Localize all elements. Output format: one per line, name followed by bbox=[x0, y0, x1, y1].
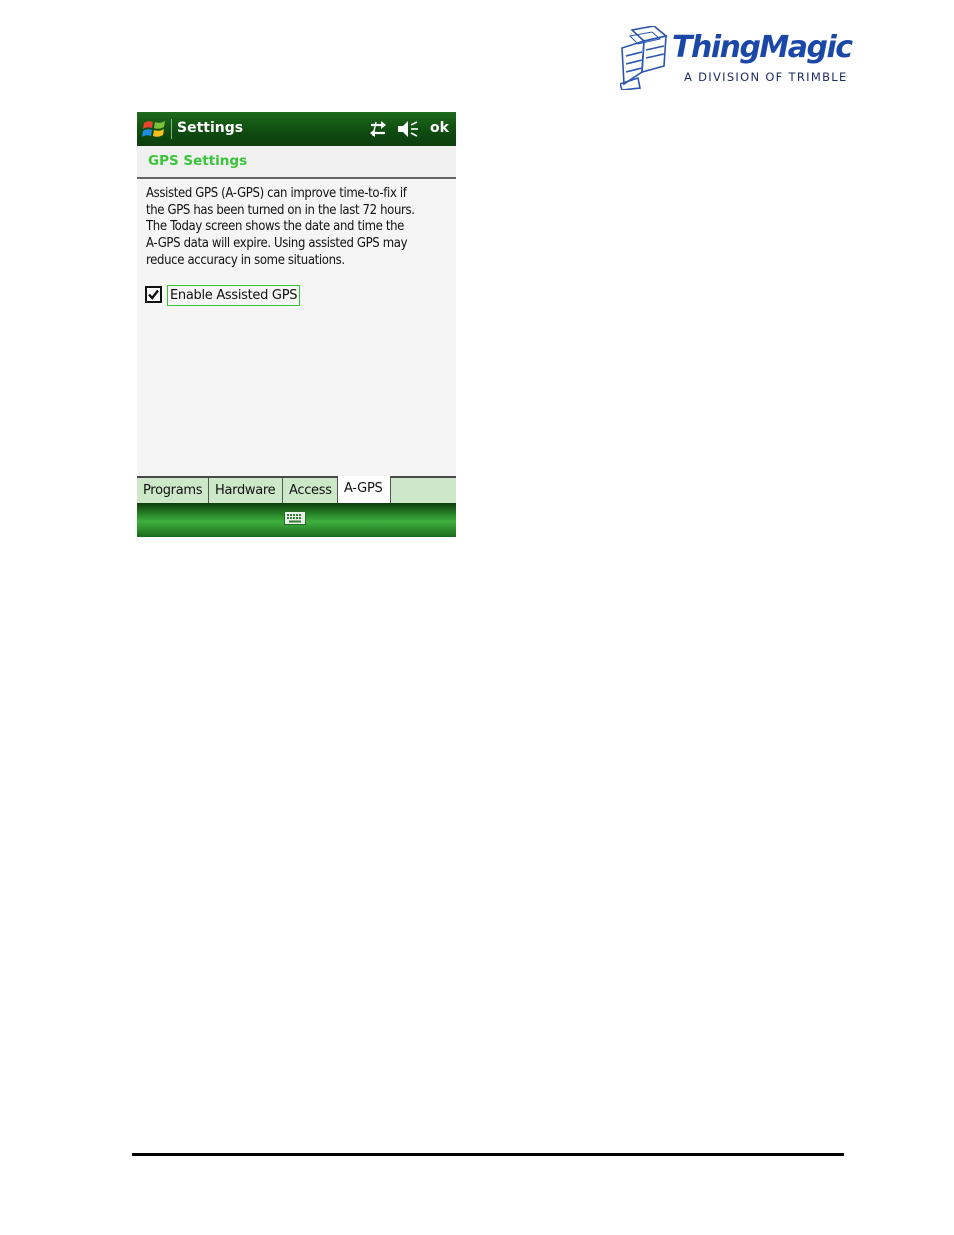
app-title: Settings bbox=[177, 120, 244, 136]
enable-agps-label[interactable]: Enable Assisted GPS bbox=[167, 285, 301, 306]
tab-bar: Programs Hardware Access A-GPS bbox=[137, 476, 456, 505]
page-header: GPS Settings bbox=[137, 146, 456, 179]
logo-tagline: A DIVISION OF TRIMBLE bbox=[684, 70, 848, 84]
page-title: GPS Settings bbox=[148, 153, 248, 169]
connectivity-icon[interactable] bbox=[368, 119, 388, 139]
tab-access[interactable]: Access bbox=[283, 478, 338, 505]
keyboard-icon[interactable] bbox=[284, 511, 306, 525]
enable-agps-checkbox[interactable] bbox=[145, 286, 162, 303]
checkmark-icon bbox=[148, 289, 159, 300]
thingmagic-logo: ThingMagic A DIVISION OF TRIMBLE bbox=[620, 26, 853, 92]
footer-rule bbox=[132, 1153, 844, 1156]
title-separator bbox=[171, 119, 172, 139]
cube-logo-icon bbox=[620, 26, 668, 90]
speaker-muted-icon[interactable] bbox=[396, 119, 420, 139]
description-text: Assisted GPS (A-GPS) can improve time-to… bbox=[146, 186, 415, 268]
windows-flag-icon[interactable] bbox=[141, 117, 167, 141]
tab-hardware[interactable]: Hardware bbox=[209, 478, 283, 505]
ok-button[interactable]: ok bbox=[430, 120, 449, 136]
soft-key-bar bbox=[137, 503, 456, 537]
tab-programs[interactable]: Programs bbox=[137, 478, 209, 505]
tab-a-gps[interactable]: A-GPS bbox=[338, 476, 391, 505]
device-screen: Settings ok GPS Settings Assisted GPS (A… bbox=[137, 112, 456, 537]
title-bar: Settings ok bbox=[137, 112, 456, 146]
logo-brand-text: ThingMagic bbox=[672, 30, 853, 65]
